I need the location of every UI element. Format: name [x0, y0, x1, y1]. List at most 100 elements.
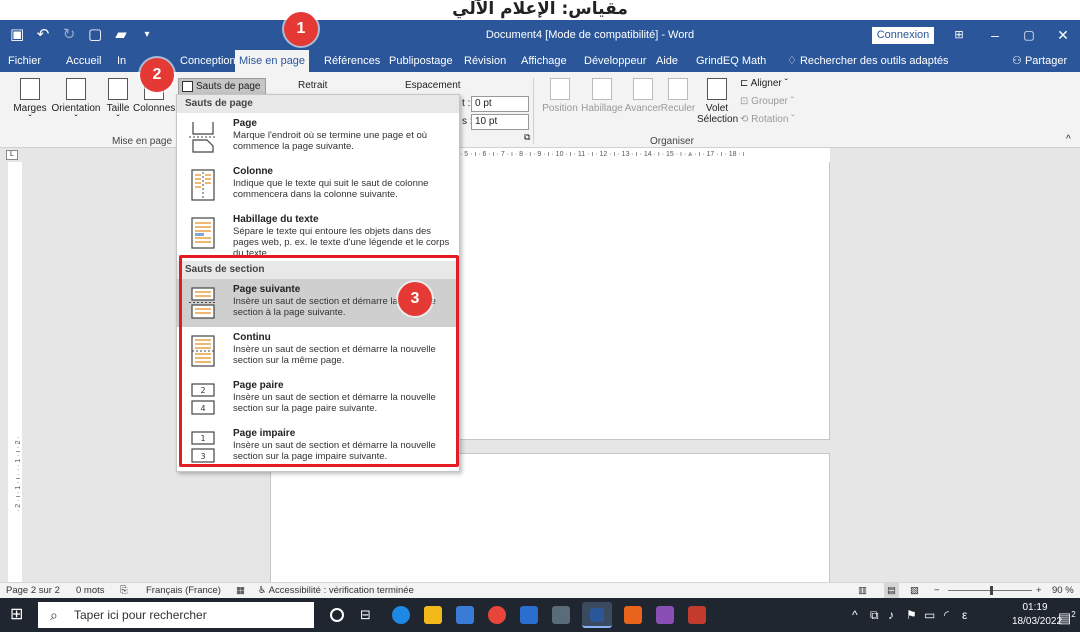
espacement-apres-field[interactable]: 10 pt	[471, 114, 529, 130]
tab-developpeur[interactable]: Développeur	[580, 50, 650, 72]
print-layout-icon[interactable]: ▤	[884, 583, 899, 598]
connexion-button[interactable]: Connexion	[872, 27, 934, 44]
reculer-label: Reculer	[660, 103, 696, 114]
aligner-button[interactable]: ⊏ Aligner ˇ	[740, 78, 788, 89]
search-tools[interactable]: ♢ Rechercher des outils adaptés	[787, 50, 949, 72]
new-document-icon[interactable]: ▢	[88, 24, 102, 46]
tab-conception[interactable]: Conception	[176, 50, 240, 72]
espacement-avant-field[interactable]: 0 pt	[471, 96, 529, 112]
zoom-slider-thumb[interactable]	[990, 586, 993, 595]
read-mode-icon[interactable]: ▥	[858, 583, 867, 598]
grouper-button[interactable]: ⊡ Grouper ˇ	[740, 96, 794, 107]
orientation-label: Orientation	[51, 103, 101, 114]
edge-browser-icon[interactable]	[392, 606, 410, 624]
horizontal-ruler[interactable]: · 5 · ı · 6 · ı · 7 · ı · 8 · ı · 9 · ı …	[460, 148, 830, 162]
orientation-button[interactable]: Orientation ˇ	[50, 78, 102, 125]
notification-icon[interactable]: ▤2	[1058, 598, 1076, 632]
tab-publipostage[interactable]: Publipostage	[385, 50, 457, 72]
tab-insertion[interactable]: In	[113, 50, 130, 72]
share-button[interactable]: ⚇ Partager	[1012, 50, 1067, 72]
collapse-ribbon-icon[interactable]: ^	[1066, 134, 1071, 145]
macro-icon[interactable]: ▦	[236, 583, 245, 598]
tray-chevron-icon[interactable]: ^	[852, 598, 858, 632]
tab-mise-en-page[interactable]: Mise en page	[235, 50, 310, 72]
app-icon[interactable]	[552, 606, 570, 624]
menu-item-habillage-du-texte[interactable]: Habillage du texte Sépare le texte qui e…	[177, 209, 459, 259]
tab-revision[interactable]: Révision	[460, 50, 510, 72]
volume-icon[interactable]: ♪	[888, 598, 894, 632]
volet-selection-button[interactable]: Volet Sélection	[697, 78, 738, 125]
battery-icon[interactable]: ▭	[924, 598, 935, 632]
web-layout-icon[interactable]: ▧	[910, 583, 919, 598]
restore-icon[interactable]: ▢	[1014, 20, 1044, 50]
reculer-button[interactable]: Reculer	[660, 78, 696, 114]
tab-accueil[interactable]: Accueil	[62, 50, 105, 72]
tab-grindeq-math[interactable]: GrindEQ Math	[692, 50, 770, 72]
word-count[interactable]: 0 mots	[76, 583, 105, 598]
accessibility-label: Accessibilité : vérification terminée	[268, 585, 414, 596]
file-explorer-icon[interactable]	[424, 606, 442, 624]
habillage-button[interactable]: Habillage	[580, 78, 624, 114]
tab-fichier[interactable]: Fichier	[4, 50, 45, 72]
vertical-ruler-ticks: · 2 · ı · 1 · ı · · · 1 · ı · 2 ·	[15, 436, 22, 512]
sauts-de-page-button[interactable]: Sauts de page ˇ	[178, 78, 266, 107]
app-icon[interactable]	[520, 606, 538, 624]
app-icon[interactable]	[656, 606, 674, 624]
network-icon[interactable]: ⚑	[906, 598, 917, 632]
minimize-icon[interactable]: –	[980, 20, 1010, 50]
close-icon[interactable]: ✕	[1048, 20, 1078, 50]
save-icon[interactable]: ▣	[10, 24, 24, 46]
paragraph-launcher-icon[interactable]: ⧉	[524, 132, 530, 143]
taskbar-clock[interactable]: 01:19 18/03/2022	[1012, 601, 1062, 629]
ribbon-separator	[533, 78, 534, 144]
search-icon: ⌕	[50, 607, 58, 623]
wifi-icon[interactable]: ◜	[944, 598, 949, 632]
customize-qat-icon[interactable]: ▾	[140, 24, 154, 46]
tab-selector-icon[interactable]: L	[6, 150, 18, 160]
document-page-2[interactable]	[270, 453, 830, 583]
tab-references[interactable]: Références	[320, 50, 384, 72]
page-count[interactable]: Page 2 sur 2	[6, 583, 60, 598]
espacement-label: Espacement	[405, 80, 461, 91]
title-bar: ▣ ↶ ↻ ▢ ▰ ▾ Document4 [Mode de compatibi…	[0, 20, 1080, 50]
espacement-avant-value: 0 pt	[475, 98, 492, 109]
cortana-icon[interactable]	[330, 608, 344, 622]
zoom-in-icon[interactable]: +	[1036, 583, 1042, 598]
tray-icon[interactable]: ⧉	[870, 598, 879, 632]
step-badge-1: 1	[284, 12, 318, 46]
store-icon[interactable]	[456, 606, 474, 624]
text-wrapping-break-icon	[191, 217, 215, 249]
zoom-level[interactable]: 90 %	[1052, 583, 1074, 598]
winrar-icon[interactable]	[688, 606, 706, 624]
tab-aide[interactable]: Aide	[652, 50, 682, 72]
language-indicator[interactable]: Français (France)	[146, 583, 221, 598]
tab-affichage[interactable]: Affichage	[517, 50, 571, 72]
orientation-icon	[66, 78, 86, 100]
margins-icon	[20, 78, 40, 100]
taille-label: Taille	[106, 103, 130, 114]
ribbon-display-icon[interactable]: ⊞	[944, 20, 974, 50]
redo-icon[interactable]: ↻	[62, 24, 76, 46]
avancer-button[interactable]: Avancer	[624, 78, 662, 114]
app-icon[interactable]	[624, 606, 642, 624]
group-organiser-label: Organiser	[650, 136, 694, 147]
taskbar-search[interactable]: ⌕ Taper ici pour rechercher	[38, 602, 314, 628]
position-button[interactable]: Position	[540, 78, 580, 114]
chrome-icon[interactable]	[488, 606, 506, 624]
open-folder-icon[interactable]: ▰	[114, 24, 128, 46]
task-view-icon[interactable]: ⊟	[360, 606, 378, 624]
zoom-out-icon[interactable]: −	[934, 583, 940, 598]
menu-item-page[interactable]: Page Marque l'endroit où se termine une …	[177, 113, 459, 161]
marges-button[interactable]: Marges ˇ	[8, 78, 52, 125]
step-badge-3: 3	[398, 282, 432, 316]
windows-start-icon[interactable]: ⊞	[10, 606, 23, 624]
rotation-button[interactable]: ⟲ Rotation ˇ	[740, 114, 795, 125]
taille-button[interactable]: Taille ˇ	[103, 78, 133, 125]
accessibility-status[interactable]: ♿ Accessibilité : vérification terminée	[258, 583, 414, 598]
language-indicator[interactable]: ε	[962, 598, 967, 632]
vertical-ruler[interactable]	[8, 162, 22, 582]
proofing-icon[interactable]: ⎘	[120, 583, 128, 598]
menu-item-colonne[interactable]: Colonne Indique que le texte qui suit le…	[177, 161, 459, 209]
undo-icon[interactable]: ↶	[36, 24, 50, 46]
group-mise-en-page-label: Mise en page	[112, 136, 173, 147]
